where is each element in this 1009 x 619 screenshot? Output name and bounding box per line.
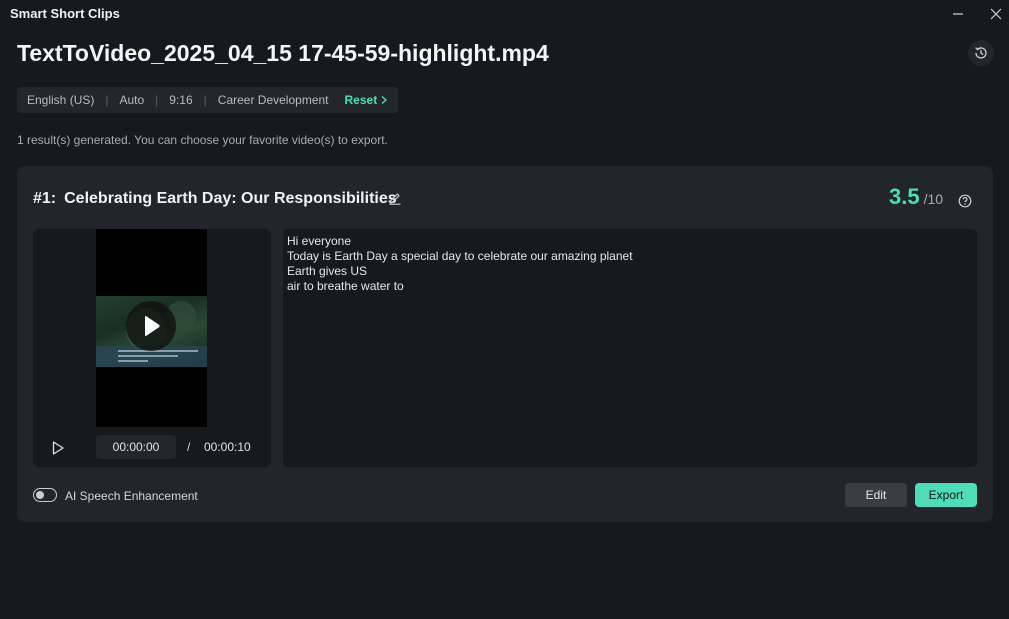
score-max: /10 [923, 191, 944, 207]
ai-speech-enhancement-toggle[interactable] [33, 488, 57, 502]
separator: | [203, 93, 207, 107]
clip-title-text: Celebrating Earth Day: Our Responsibilit… [64, 190, 397, 207]
separator: | [155, 93, 159, 107]
minimize-button[interactable] [947, 4, 969, 24]
title-bar: Smart Short Clips [0, 0, 1009, 28]
play-icon [145, 316, 160, 336]
question-circle-icon [958, 194, 972, 208]
language-setting: English (US) [27, 93, 95, 107]
time-separator: / [187, 440, 191, 454]
close-icon [990, 8, 1002, 20]
score-help-button[interactable] [957, 193, 973, 209]
separator: | [105, 93, 109, 107]
transcript-line: air to breathe water to [287, 279, 404, 293]
history-button[interactable] [968, 40, 994, 66]
clip-card[interactable]: #1: Celebrating Earth Day: Our Responsib… [17, 166, 993, 522]
video-preview[interactable] [96, 229, 207, 427]
score-value: 3.5 [889, 184, 920, 209]
history-icon [975, 47, 987, 59]
edit-title-button[interactable] [385, 188, 405, 208]
current-time-field[interactable]: 00:00:00 [96, 435, 176, 459]
chevron-right-icon [381, 95, 388, 105]
minimize-icon [953, 13, 963, 15]
total-duration: 00:00:10 [204, 440, 251, 454]
reset-button[interactable]: Reset [345, 93, 389, 107]
clip-score: 3.5 /10 [889, 184, 943, 210]
transcript-line: Today is Earth Day a special day to cele… [287, 249, 633, 263]
result-message: 1 result(s) generated. You can choose yo… [17, 133, 388, 147]
transcript-panel[interactable]: Hi everyone Today is Earth Day a special… [283, 229, 977, 467]
settings-bar: English (US) | Auto | 9:16 | Career Deve… [17, 87, 399, 113]
toggle-knob [36, 490, 44, 499]
clip-title: #1: Celebrating Earth Day: Our Responsib… [33, 190, 397, 208]
close-button[interactable] [985, 4, 1007, 24]
duration-setting: Auto [119, 93, 145, 107]
ai-speech-enhancement-label: AI Speech Enhancement [65, 489, 198, 503]
play-outline-icon [52, 441, 64, 455]
window-title: Smart Short Clips [10, 6, 120, 21]
transcript-line: Earth gives US [287, 264, 368, 278]
play-button[interactable] [47, 437, 69, 459]
aspect-ratio-setting: 9:16 [169, 93, 193, 107]
edit-button[interactable]: Edit [845, 483, 907, 507]
video-player[interactable]: 00:00:00 / 00:00:10 [33, 229, 271, 467]
category-setting: Career Development [217, 93, 329, 107]
play-overlay-button[interactable] [126, 301, 176, 351]
file-title: TextToVideo_2025_04_15 17-45-59-highligh… [17, 40, 549, 66]
export-button[interactable]: Export [915, 483, 977, 507]
transcript-line: Hi everyone [287, 234, 352, 248]
pencil-icon [389, 193, 401, 205]
reset-label: Reset [344, 93, 378, 107]
smart-short-clips-window: Smart Short Clips TextToVideo_2025_04_15… [0, 0, 1009, 619]
clip-number: #1: [33, 190, 57, 207]
